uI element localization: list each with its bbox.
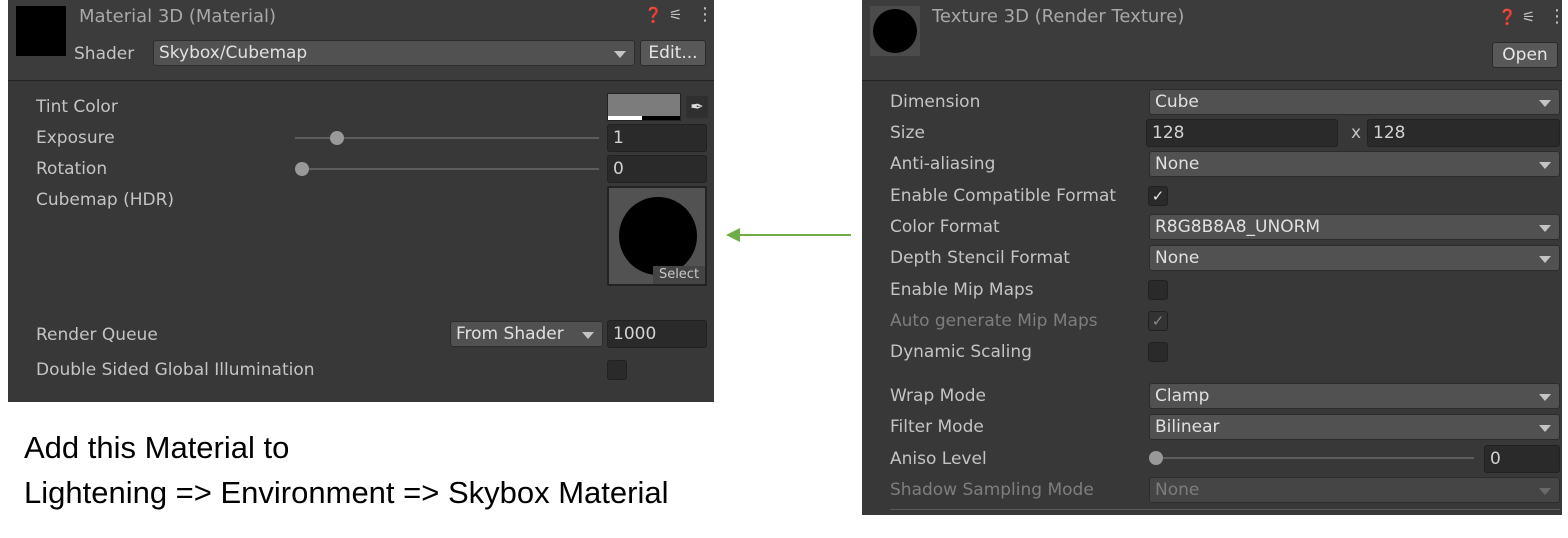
exposure-input[interactable]: 1 (607, 124, 707, 152)
aniso-level-label: Aniso Level (890, 449, 987, 469)
size-height-input[interactable]: 128 (1367, 119, 1560, 147)
help-icon[interactable]: ❓ (644, 6, 663, 24)
dimension-value: Cube (1155, 92, 1199, 112)
color-format-value: R8G8B8A8_UNORM (1155, 217, 1321, 237)
size-width-input[interactable]: 128 (1146, 119, 1338, 147)
open-button[interactable]: Open (1492, 42, 1558, 68)
material-title: Material 3D (Material) (79, 6, 277, 27)
texture-title: Texture 3D (Render Texture) (932, 6, 1185, 27)
filter-mode-label: Filter Mode (890, 417, 984, 437)
auto-mip-label: Auto generate Mip Maps (890, 311, 1098, 331)
aniso-slider-track[interactable] (1152, 457, 1474, 459)
compatible-format-checkbox[interactable]: ✓ (1148, 186, 1168, 206)
chevron-down-icon (1539, 394, 1551, 401)
material-header: Material 3D (Material) ❓ ⚟ ⋮ Shader Skyb… (8, 0, 714, 81)
wrap-mode-value: Clamp (1155, 386, 1210, 406)
caption-line-1: Add this Material to (24, 430, 290, 465)
filter-mode-dropdown[interactable]: Bilinear (1149, 414, 1560, 440)
arrow-line (738, 234, 851, 236)
auto-mip-checkbox: ✓ (1148, 311, 1168, 331)
panel-bottom-divider (890, 509, 1560, 510)
shader-dropdown[interactable]: Skybox/Cubemap (153, 40, 635, 66)
exposure-label: Exposure (36, 128, 115, 148)
mip-maps-checkbox[interactable] (1148, 280, 1168, 300)
wrap-mode-dropdown[interactable]: Clamp (1149, 383, 1560, 409)
exposure-slider-knob[interactable] (329, 131, 344, 145)
shadow-sampling-value: None (1155, 480, 1200, 500)
color-format-dropdown[interactable]: R8G8B8A8_UNORM (1149, 214, 1560, 240)
chevron-down-icon (1539, 225, 1551, 232)
render-queue-label: Render Queue (36, 325, 158, 345)
size-label: Size (890, 123, 925, 143)
chevron-down-icon (1539, 425, 1551, 432)
depth-stencil-label: Depth Stencil Format (890, 248, 1070, 268)
texture-preview-thumbnail[interactable] (870, 6, 920, 56)
anti-aliasing-dropdown[interactable]: None (1149, 151, 1560, 177)
rotation-label: Rotation (36, 159, 108, 179)
dimension-dropdown[interactable]: Cube (1149, 89, 1560, 115)
chevron-down-icon (1539, 256, 1551, 263)
depth-stencil-dropdown[interactable]: None (1149, 245, 1560, 271)
edit-shader-button[interactable]: Edit... (640, 40, 706, 66)
dimension-label: Dimension (890, 92, 981, 112)
cubemap-preview (619, 197, 697, 275)
mip-maps-label: Enable Mip Maps (890, 280, 1034, 300)
chevron-down-icon (1539, 100, 1551, 107)
render-queue-input[interactable]: 1000 (607, 320, 707, 348)
rotation-slider-track[interactable] (295, 168, 599, 170)
anti-aliasing-label: Anti-aliasing (890, 154, 996, 174)
tint-color-label: Tint Color (36, 97, 118, 117)
chevron-down-icon (1539, 488, 1551, 495)
arrow-head-icon (726, 228, 740, 242)
eyedropper-icon[interactable]: ✒ (686, 96, 708, 118)
help-icon[interactable]: ❓ (1498, 8, 1517, 26)
shadow-sampling-label: Shadow Sampling Mode (890, 480, 1094, 500)
settings-sliders-icon[interactable]: ⚟ (1522, 8, 1535, 26)
aniso-slider-knob[interactable] (1149, 451, 1163, 465)
tint-alpha-fill (608, 116, 642, 120)
tint-color-swatch[interactable] (607, 93, 681, 121)
chevron-down-icon (1539, 162, 1551, 169)
material-preview-thumbnail[interactable] (16, 6, 66, 56)
shadow-sampling-dropdown: None (1149, 477, 1560, 503)
cubemap-label: Cubemap (HDR) (36, 190, 175, 210)
cubemap-slot[interactable]: Select (607, 186, 707, 286)
render-queue-dropdown[interactable]: From Shader (450, 321, 603, 347)
render-texture-inspector-panel: Texture 3D (Render Texture) ❓ ⚟ ⋮ Open D… (862, 0, 1566, 515)
material-inspector-panel: Material 3D (Material) ❓ ⚟ ⋮ Shader Skyb… (8, 0, 714, 402)
dynamic-scaling-label: Dynamic Scaling (890, 342, 1032, 362)
compatible-format-label: Enable Compatible Format (890, 186, 1117, 206)
chevron-down-icon (614, 51, 626, 58)
more-vert-icon[interactable]: ⋮ (696, 4, 714, 25)
caption-line-2: Lightening => Environment => Skybox Mate… (24, 475, 669, 510)
shader-label: Shader (74, 44, 135, 64)
more-vert-icon[interactable]: ⋮ (1548, 6, 1566, 27)
shader-value: Skybox/Cubemap (159, 43, 308, 63)
cubemap-select-button[interactable]: Select (653, 266, 705, 284)
texture-preview-sphere (873, 9, 917, 53)
anti-aliasing-value: None (1155, 154, 1200, 174)
chevron-down-icon (582, 332, 594, 339)
double-sided-gi-label: Double Sided Global Illumination (36, 360, 315, 380)
wrap-mode-label: Wrap Mode (890, 386, 986, 406)
filter-mode-value: Bilinear (1155, 417, 1220, 437)
size-x-label: x (1351, 123, 1362, 143)
double-sided-gi-checkbox[interactable] (607, 360, 627, 380)
depth-stencil-value: None (1155, 248, 1200, 268)
settings-sliders-icon[interactable]: ⚟ (669, 6, 682, 24)
texture-header: Texture 3D (Render Texture) ❓ ⚟ ⋮ Open (862, 0, 1566, 81)
rotation-slider-knob[interactable] (295, 162, 309, 176)
aniso-level-input[interactable]: 0 (1484, 445, 1560, 473)
render-queue-mode: From Shader (456, 324, 564, 344)
dynamic-scaling-checkbox[interactable] (1148, 342, 1168, 362)
rotation-input[interactable]: 0 (607, 155, 707, 183)
color-format-label: Color Format (890, 217, 1000, 237)
